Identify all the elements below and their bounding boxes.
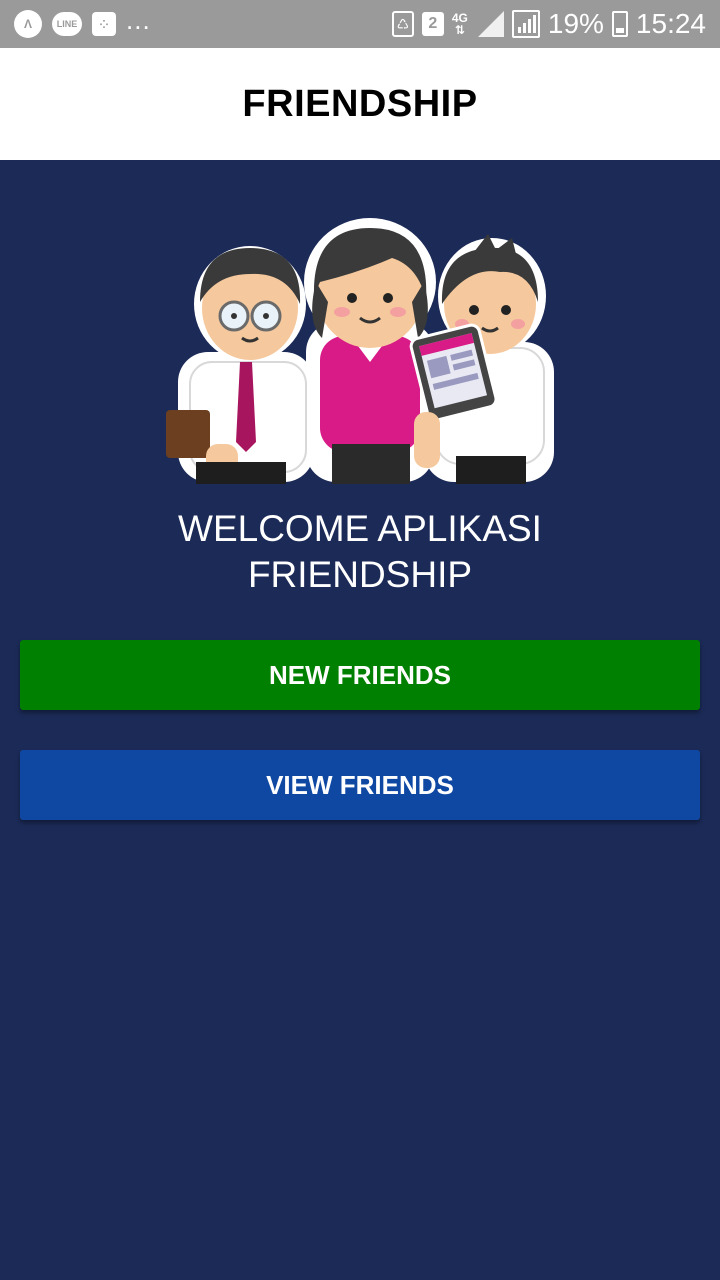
clock: 15:24 [635,8,706,39]
battery-percent: 19% [547,8,604,39]
line-icon: LINE [52,12,82,36]
status-bar-left: Λ LINE ⁘ ... [14,5,151,38]
status-bar: Λ LINE ⁘ ... ♺ 2 4G ⇅ 19% 15:24 [0,0,720,48]
nearby-icon: Λ [14,10,42,38]
app-screen: Λ LINE ⁘ ... ♺ 2 4G ⇅ 19% 15:24 FRIENDSH… [0,0,720,1280]
battery-icon [611,11,628,37]
signal-sim2-icon [511,10,540,38]
bbm-icon: ⁘ [92,12,116,36]
signal-sim1-icon [476,11,504,37]
more-notifications: ... [126,5,151,35]
three-students-illustration [166,218,554,484]
welcome-line-1: WELCOME APLIKASI [178,508,542,549]
view-friends-button[interactable]: VIEW FRIENDS [20,750,700,820]
new-friends-button[interactable]: NEW FRIENDS [20,640,700,710]
status-bar-right: ♺ 2 4G ⇅ 19% 15:24 [391,8,706,40]
data-arrows-icon: ⇅ [454,23,465,37]
middle-student [312,228,428,484]
welcome-heading: WELCOME APLIKASI FRIENDSHIP [0,506,720,598]
app-bar: FRIENDSHIP [0,48,720,160]
sim-badge: 2 [421,12,444,36]
data-saver-icon: ♺ [391,11,414,37]
welcome-line-2: FRIENDSHIP [247,554,473,595]
line-icon-label: LINE [56,19,78,29]
network-type: 4G ⇅ [452,12,468,36]
page-title: FRIENDSHIP [242,82,478,125]
